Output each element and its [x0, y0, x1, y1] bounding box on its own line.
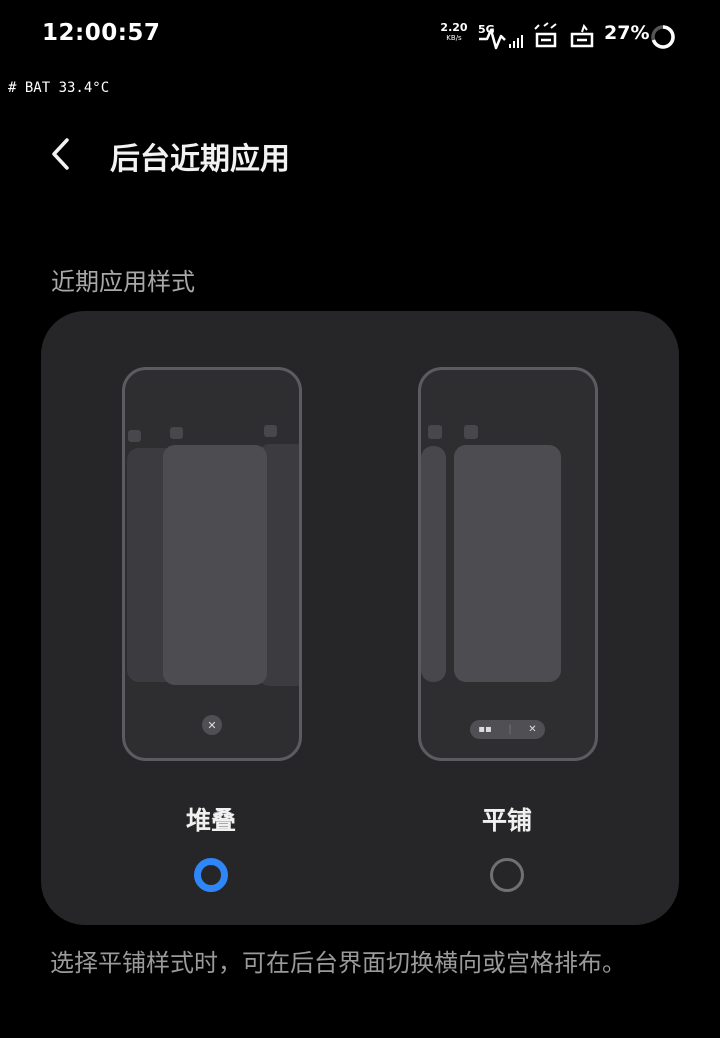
battery-percent: 27% [604, 22, 650, 44]
battery-temperature-overlay: # BAT 33.4°C [8, 80, 110, 96]
tile-preview: ▪▪ | ✕ [418, 367, 598, 761]
option-stack[interactable]: ✕ 堆叠 [91, 311, 331, 925]
header: 后台近期应用 [0, 120, 720, 190]
status-bar: 12:00:57 2.20 KB/s 5G 27% [0, 0, 720, 72]
preview-card-center [454, 445, 561, 682]
option-label-stack: 堆叠 [185, 806, 236, 835]
grid-icon: ▪▪ [478, 724, 492, 735]
close-icon: ✕ [528, 724, 537, 735]
option-tile[interactable]: ▪▪ | ✕ 平铺 [387, 311, 627, 925]
radio-stack-selected[interactable] [194, 858, 228, 892]
preview-app-icon [128, 430, 141, 442]
radio-tile[interactable] [490, 858, 524, 892]
clock: 12:00:57 [42, 20, 161, 46]
signal-icon-secondary [568, 22, 598, 54]
preview-app-icon [464, 425, 478, 439]
preview-app-icon [170, 427, 183, 439]
preview-app-icon [428, 425, 442, 439]
preview-toolbar: ▪▪ | ✕ [470, 720, 545, 739]
preview-app-icon [264, 425, 277, 437]
preview-card-left [421, 446, 446, 682]
network-speed: 2.20 KB/s [440, 22, 468, 42]
signal-icon [531, 22, 561, 54]
network-speed-unit: KB/s [446, 34, 462, 42]
back-button[interactable] [40, 134, 80, 174]
footnote-text: 选择平铺样式时，可在后台界面切换横向或宫格排布。 [50, 949, 626, 977]
close-icon: ✕ [202, 715, 222, 735]
option-label-tile: 平铺 [481, 806, 532, 835]
stack-preview: ✕ [122, 367, 302, 761]
section-title: 近期应用样式 [51, 268, 195, 296]
chevron-left-icon [52, 138, 69, 170]
preview-card-center [163, 445, 267, 685]
network-speed-value: 2.20 [440, 21, 468, 34]
style-options-card: ✕ 堆叠 ▪▪ | ✕ 平铺 [41, 311, 679, 925]
page-title: 后台近期应用 [110, 142, 290, 177]
battery-ring-icon [650, 24, 676, 54]
5g-signal-icon: 5G [477, 22, 525, 54]
